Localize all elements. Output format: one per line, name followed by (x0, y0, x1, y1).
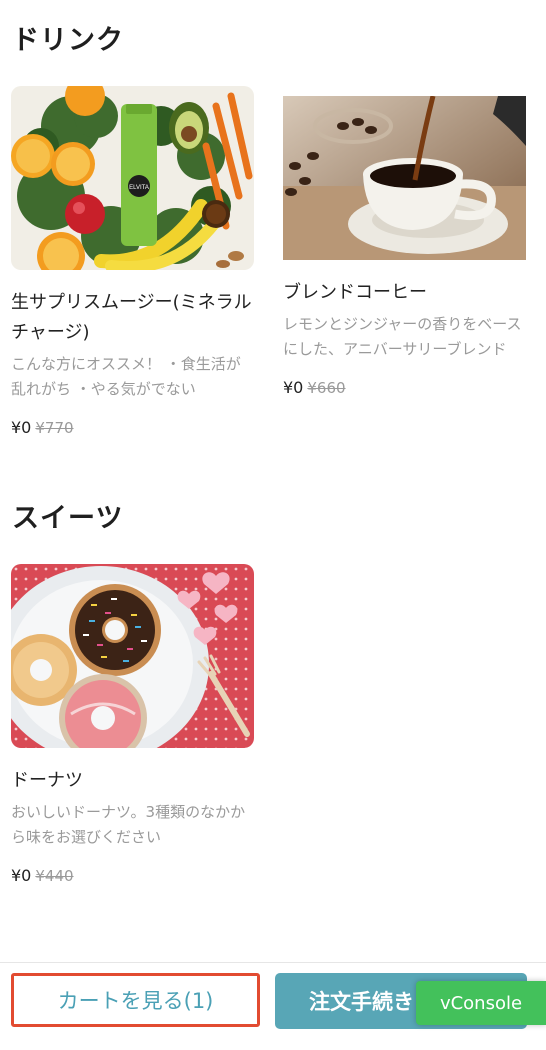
current-price: ¥0 (11, 866, 32, 885)
original-price: ¥770 (35, 419, 74, 437)
original-price: ¥660 (307, 379, 346, 397)
vconsole-button[interactable]: vConsole (416, 981, 546, 1025)
menu-item-coffee[interactable]: ブレンドコーヒー レモンとジンジャーの香りをベースにした、アニバーサリーブレンド… (283, 96, 527, 400)
menu-item-name: 生サプリスムージー(ミネラルチャージ) (11, 292, 252, 343)
original-price: ¥440 (35, 867, 74, 885)
bottom-action-bar: カートを見る(1) 注文手続き vConsole (0, 962, 546, 1050)
menu-item-description: こんな方にオススメ！ ・食生活が乱れがち ・やる気がでない (11, 355, 241, 398)
section-title-drinks: ドリンク (12, 25, 124, 56)
menu-item-donut[interactable]: ドーナツ おいしいドーナツ。3種類のなかから味をお選びください ¥0 ¥440 (11, 564, 255, 888)
coffee-illustration (283, 96, 526, 260)
menu-item-smoothie[interactable]: ELVITA 生サプリスムージー(ミネラルチャージ) こんな方にオススメ！ ・食… (11, 86, 255, 440)
menu-item-description: レモンとジンジャーの香りをベースにした、アニバーサリーブレンド (283, 315, 522, 358)
menu-item-name: ドーナツ (11, 770, 83, 791)
menu-page: ドリンク ELVITA 生サプリスムージー(ミネラルチャージ) こんな方にオスス… (0, 0, 546, 1050)
price-row: ¥0 ¥660 (283, 376, 527, 400)
menu-item-name: ブレンドコーヒー (283, 282, 427, 303)
smoothie-image: ELVITA (11, 86, 254, 270)
current-price: ¥0 (11, 418, 32, 437)
current-price: ¥0 (283, 378, 304, 397)
view-cart-button[interactable]: カートを見る(1) (11, 973, 260, 1027)
price-row: ¥0 ¥770 (11, 416, 255, 440)
menu-item-description: おいしいドーナツ。3種類のなかから味をお選びください (11, 803, 246, 846)
price-row: ¥0 ¥440 (11, 864, 255, 888)
bottle-label: ELVITA (129, 185, 149, 191)
coffee-image (283, 96, 526, 260)
donut-illustration (11, 564, 254, 748)
section-title-sweets: スイーツ (12, 503, 124, 534)
donut-image (11, 564, 254, 748)
smoothie-illustration: ELVITA (11, 86, 254, 270)
